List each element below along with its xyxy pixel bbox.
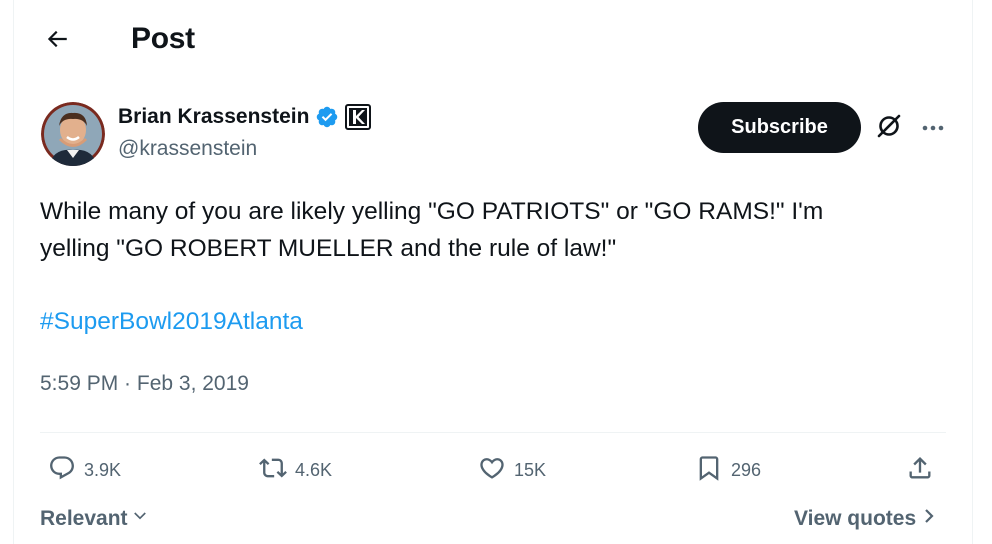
page-title: Post	[131, 22, 195, 55]
share-button[interactable]	[906, 452, 934, 488]
reply-icon	[48, 454, 76, 487]
tweet-text-line: While many of you are likely yelling "GO…	[40, 198, 824, 225]
bookmark-count: 296	[731, 459, 762, 480]
subscribe-button[interactable]: Subscribe	[698, 102, 861, 153]
chevron-down-icon	[131, 507, 149, 531]
author-name[interactable]: Brian Krassenstein	[118, 105, 309, 129]
back-button[interactable]	[38, 22, 76, 60]
more-dots-icon	[921, 119, 945, 137]
share-icon	[906, 454, 934, 487]
chevron-right-icon	[922, 507, 936, 531]
post-page: Post Brian Krassenstein @krassenstein Su	[13, 0, 973, 544]
arrow-left-icon	[44, 26, 70, 57]
sort-label: Relevant	[40, 507, 128, 530]
tweet-text: While many of you are likely yelling "GO…	[40, 193, 940, 267]
more-button[interactable]	[916, 112, 950, 144]
retweet-icon	[259, 454, 287, 487]
tweet-text-line: yelling "GO ROBERT MUELLER and the rule …	[40, 235, 617, 262]
timestamp[interactable]: 5:59 PM · Feb 3, 2019	[40, 372, 249, 396]
like-count: 15K	[514, 459, 547, 480]
verified-badge-icon[interactable]	[315, 105, 339, 129]
sort-dropdown[interactable]: Relevant	[40, 507, 149, 531]
hashtag-link[interactable]: #SuperBowl2019Atlanta	[40, 308, 303, 336]
retweet-button[interactable]: 4.6K	[259, 452, 332, 488]
like-button[interactable]: 15K	[478, 452, 546, 488]
author-handle[interactable]: @krassenstein	[118, 137, 257, 161]
avatar[interactable]	[41, 102, 105, 166]
reply-count: 3.9K	[84, 459, 122, 480]
view-quotes-label: View quotes	[794, 507, 917, 530]
heart-icon	[478, 454, 506, 487]
author-name-row: Brian Krassenstein	[118, 104, 372, 130]
bookmark-icon	[695, 454, 723, 487]
divider	[40, 432, 946, 433]
grok-icon	[875, 112, 903, 145]
header: Post	[14, 0, 972, 80]
grok-button[interactable]	[873, 112, 905, 144]
bookmark-button[interactable]: 296	[695, 452, 761, 488]
affiliate-k-icon[interactable]	[345, 104, 372, 130]
reply-button[interactable]: 3.9K	[48, 452, 121, 488]
retweet-count: 4.6K	[295, 459, 333, 480]
view-quotes-link[interactable]: View quotes	[794, 507, 936, 531]
